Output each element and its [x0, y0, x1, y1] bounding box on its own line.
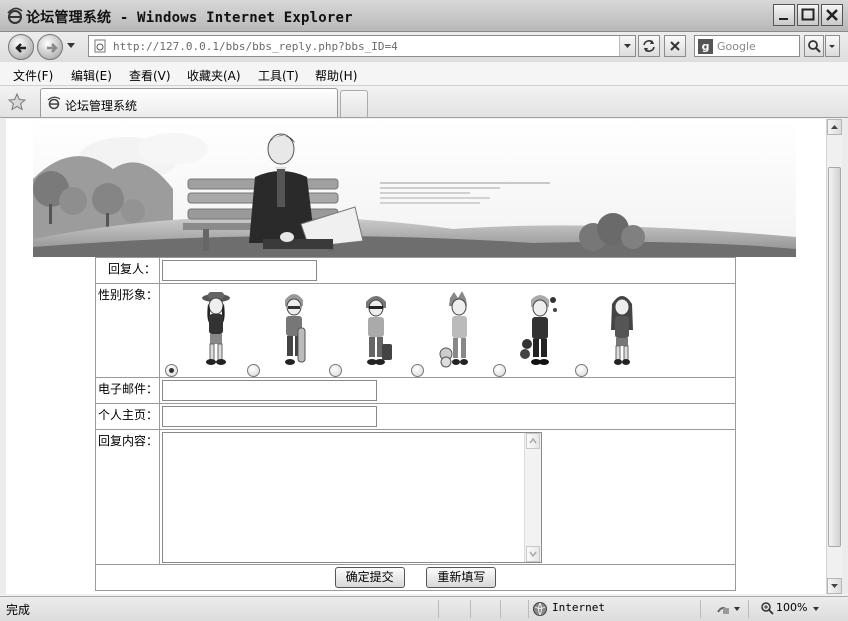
avatar-boy-pet-image	[439, 291, 468, 368]
history-dropdown-icon[interactable]	[66, 42, 76, 50]
window-title: 论坛管理系统 - Windows Internet Explorer	[26, 10, 353, 26]
window-frame-right	[842, 119, 848, 594]
address-toolbar: http://127.0.0.1/bbs/bbs_reply.php?bbs_I…	[0, 32, 848, 62]
avatar-label: 性别形象：	[95, 283, 160, 378]
stop-button[interactable]	[664, 35, 686, 57]
menu-favorites[interactable]: 收藏夹(A)	[187, 67, 241, 84]
avatar-radio-6[interactable]	[575, 364, 588, 377]
chevron-up-icon	[831, 125, 838, 129]
content-textarea[interactable]	[162, 432, 542, 563]
address-bar[interactable]: http://127.0.0.1/bbs/bbs_reply.php?bbs_I…	[88, 35, 636, 57]
chevron-down-icon	[829, 45, 835, 48]
avatar-radio-1[interactable]	[165, 364, 178, 377]
status-text: 完成	[6, 603, 31, 617]
scroll-up-button[interactable]	[526, 433, 540, 449]
page-scroll-down-button[interactable]	[827, 578, 842, 594]
reply-form: 回复人： 性别形象： 电子邮件： 个人主页： 回复内容： 确定提交 重新填写	[95, 257, 736, 591]
avatar-radio-3[interactable]	[329, 364, 342, 377]
address-dropdown-button[interactable]	[619, 36, 635, 56]
new-tab-button[interactable]	[340, 90, 368, 117]
menu-edit[interactable]: 编辑(E)	[71, 67, 112, 84]
replier-label: 回复人：	[95, 257, 160, 284]
avatar-girl-longhair-image	[611, 296, 633, 365]
search-button[interactable]	[804, 35, 824, 57]
email-input[interactable]	[162, 380, 377, 401]
status-separator	[528, 600, 529, 618]
status-bar: 完成 Internet 100%	[0, 596, 848, 621]
page-scrollbar[interactable]	[826, 119, 842, 594]
favorites-star-icon[interactable]	[8, 93, 26, 111]
close-icon	[826, 9, 838, 21]
zoom-level-text[interactable]: 100%	[776, 601, 807, 614]
avatar-boy-bag-image	[366, 296, 392, 365]
ie-logo-icon	[7, 7, 23, 24]
search-box[interactable]: g Google	[694, 35, 800, 57]
tab-current[interactable]: 论坛管理系统	[40, 88, 338, 117]
chevron-down-icon	[831, 584, 838, 588]
avatar-radio-2[interactable]	[247, 364, 260, 377]
forward-button[interactable]	[37, 34, 63, 60]
content-label: 回复内容：	[95, 429, 160, 565]
page-icon	[94, 39, 106, 53]
page-scroll-thumb[interactable]	[828, 167, 841, 547]
globe-icon	[533, 602, 547, 616]
chevron-down-icon	[624, 44, 631, 48]
menu-help[interactable]: 帮助(H)	[315, 67, 357, 84]
menu-file[interactable]: 文件(F)	[13, 67, 53, 84]
avatar-girl-hat-image	[202, 292, 230, 365]
protected-mode-icon[interactable]	[716, 602, 742, 616]
google-logo-icon: g	[698, 39, 713, 54]
minimize-icon	[779, 18, 788, 20]
title-bar: 论坛管理系统 - Windows Internet Explorer	[0, 0, 848, 32]
avatar-picker	[160, 284, 735, 377]
textarea-scrollbar[interactable]	[524, 433, 541, 562]
homepage-input[interactable]	[162, 406, 377, 427]
menu-tools[interactable]: 工具(T)	[258, 67, 299, 84]
page-icon	[47, 96, 61, 110]
security-zone-text: Internet	[552, 601, 605, 614]
maximize-icon	[801, 8, 815, 21]
status-separator	[438, 600, 439, 618]
scroll-down-button[interactable]	[526, 546, 540, 562]
forum-banner-image: ​	[33, 119, 796, 257]
back-button[interactable]	[8, 34, 34, 60]
magnifier-icon	[808, 40, 821, 53]
maximize-button[interactable]	[797, 4, 819, 26]
status-separator	[470, 600, 471, 618]
menu-bar: 文件(F) 编辑(E) 查看(V) 收藏夹(A) 工具(T) 帮助(H)	[0, 62, 848, 86]
replier-input[interactable]	[162, 260, 317, 281]
tab-label: 论坛管理系统	[65, 99, 138, 113]
page-viewport: ​ 回复人： 性别形象：	[6, 119, 826, 594]
search-placeholder: Google	[717, 40, 756, 53]
close-button[interactable]	[821, 4, 843, 26]
chevron-up-icon	[529, 437, 537, 444]
avatar-radio-5[interactable]	[493, 364, 506, 377]
chevron-down-icon[interactable]	[812, 606, 820, 612]
refresh-button[interactable]	[638, 35, 660, 57]
minimize-button[interactable]	[773, 4, 795, 26]
forward-arrow-icon	[47, 43, 58, 53]
url-text[interactable]: http://127.0.0.1/bbs/bbs_reply.php?bbs_I…	[113, 40, 398, 53]
back-arrow-icon	[15, 43, 26, 53]
status-separator	[700, 600, 701, 618]
submit-button[interactable]: 确定提交	[334, 567, 405, 588]
menu-view[interactable]: 查看(V)	[129, 67, 171, 84]
avatar-boy-roses-image	[520, 295, 557, 365]
stop-icon	[670, 41, 680, 51]
zoom-icon[interactable]	[760, 601, 774, 615]
search-options-button[interactable]	[825, 35, 840, 57]
chevron-down-icon	[529, 551, 537, 558]
status-separator	[748, 600, 749, 618]
page-scroll-up-button[interactable]	[827, 119, 842, 135]
homepage-label: 个人主页：	[95, 403, 160, 430]
avatar-radio-4[interactable]	[411, 364, 424, 377]
tabs-bar: 论坛管理系统	[0, 86, 848, 118]
avatar-boy-skateboard-image	[285, 294, 306, 365]
status-separator	[500, 600, 501, 618]
refresh-icon	[643, 40, 655, 52]
reset-button[interactable]: 重新填写	[426, 567, 497, 588]
email-label: 电子邮件：	[95, 377, 160, 404]
